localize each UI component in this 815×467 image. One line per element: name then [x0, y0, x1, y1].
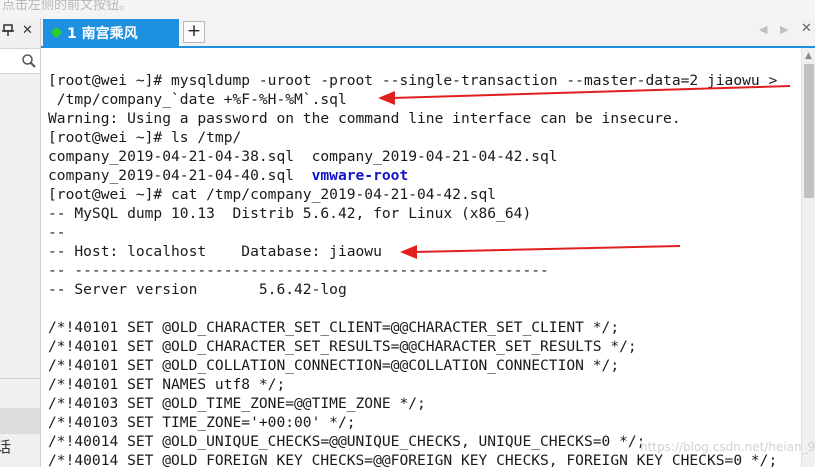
annotation-arrow: [400, 245, 681, 259]
annotation-arrows: [378, 85, 791, 259]
annotation-arrow: [378, 85, 791, 105]
